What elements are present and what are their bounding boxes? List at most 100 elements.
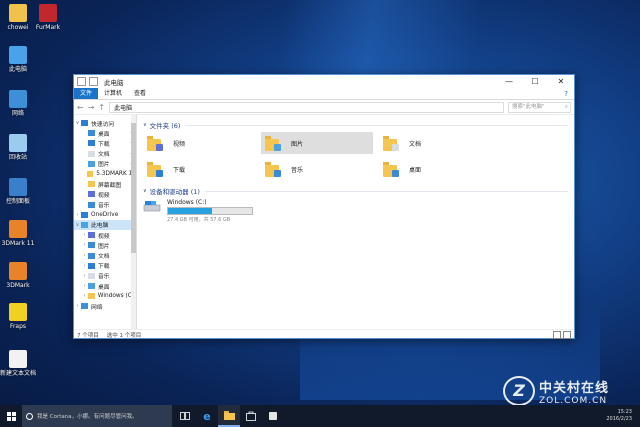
folder-icon [88, 160, 95, 167]
nav-quick-item[interactable]: 屏幕截图 [74, 179, 136, 189]
folder-item[interactable]: 下载 [143, 158, 255, 180]
selected-count: 选中 1 个项目 [106, 332, 142, 339]
nav-quick-item[interactable]: 桌面⊸ [74, 128, 136, 138]
windows-logo-icon [6, 411, 16, 421]
folder-icon [88, 252, 95, 259]
folder-icon [88, 201, 95, 208]
desktop-icon[interactable]: 3DMark [0, 262, 36, 290]
task-view-button[interactable] [174, 405, 196, 427]
text-document-icon [9, 350, 27, 368]
nav-pc-item[interactable]: › 视频 [74, 230, 136, 240]
drive-item[interactable]: Windows (C:) 27.4 GB 可用，共 57.6 GB [143, 199, 568, 223]
chevron-right-icon[interactable]: › [81, 283, 88, 289]
address-path: 此电脑 [114, 104, 133, 112]
tab-view[interactable]: 查看 [128, 88, 152, 99]
folder-item[interactable]: 图片 [261, 132, 373, 154]
folders-grid: 视频 图片 文档下载 音乐 桌面 [143, 132, 568, 180]
maximize-button[interactable]: ☐ [522, 75, 548, 88]
tab-file[interactable]: 文件 [74, 88, 99, 99]
new-folder-icon[interactable] [89, 77, 98, 86]
folder-icon [88, 232, 95, 239]
nav-quick-item[interactable]: 下载⊸ [74, 138, 136, 148]
nav-quick-item[interactable]: 音乐 [74, 200, 136, 210]
nav-quick-item[interactable]: 5.3DMARK 11 [74, 169, 136, 179]
folder-item[interactable]: 视频 [143, 132, 255, 154]
forward-button[interactable]: → [88, 103, 95, 112]
nav-quick-item[interactable]: 文档⊸ [74, 149, 136, 159]
nav-pc-item[interactable]: › 文档 [74, 250, 136, 260]
properties-icon[interactable] [77, 77, 86, 86]
drive-icon [143, 199, 161, 213]
folders-group-header[interactable]: ∨ 文件夹 (6) [143, 120, 568, 130]
ribbon-tabs: 文件 计算机 查看 ? [74, 88, 574, 100]
folder-icon [88, 150, 95, 157]
chevron-right-icon[interactable]: › [81, 232, 88, 238]
title-bar[interactable]: 此电脑 — ☐ ✕ [74, 75, 574, 88]
chevron-down-icon[interactable]: ∨ [74, 222, 81, 228]
quick-access-toolbar [74, 77, 98, 86]
nav-scrollbar[interactable] [131, 115, 136, 329]
nav-pc-item[interactable]: › 音乐 [74, 271, 136, 281]
tab-computer[interactable]: 计算机 [98, 88, 128, 99]
chevron-right-icon[interactable]: › [74, 212, 81, 218]
close-button[interactable]: ✕ [548, 75, 574, 88]
back-button[interactable]: ← [77, 103, 84, 112]
nav-network[interactable]: › 网络 [74, 301, 136, 311]
edge-browser-icon[interactable]: e [196, 405, 218, 427]
nav-pc-item[interactable]: › 图片 [74, 240, 136, 250]
folder-item[interactable]: 音乐 [261, 158, 373, 180]
nav-pc-item[interactable]: › Windows (C:) [74, 291, 136, 301]
desktop-icon[interactable]: 新建文本文档 [0, 350, 36, 378]
chevron-right-icon[interactable]: › [81, 263, 88, 269]
folder-icon [81, 221, 88, 228]
address-bar[interactable]: 此电脑 [109, 101, 504, 113]
minimize-button[interactable]: — [496, 75, 522, 88]
folder-icon [88, 191, 95, 198]
drives-group-header[interactable]: ∨ 设备和驱动器 (1) [143, 186, 568, 196]
download-folder-icon [147, 161, 163, 177]
chevron-right-icon[interactable]: › [74, 303, 81, 309]
scrollbar-thumb[interactable] [131, 123, 136, 253]
nav-pc-item[interactable]: › 桌面 [74, 281, 136, 291]
nav-quick-item[interactable]: 图片⊸ [74, 159, 136, 169]
desktop-icon[interactable]: 此电脑 [0, 46, 36, 74]
folder-icon [88, 130, 95, 137]
folder-icon [87, 293, 95, 300]
folder-item[interactable]: 文档 [379, 132, 491, 154]
chevron-right-icon[interactable]: › [81, 273, 88, 279]
folder-icon [87, 171, 94, 178]
explorer-window: 此电脑 — ☐ ✕ 文件 计算机 查看 ? ← → ↑ 此电脑 搜索"此电脑" … [73, 74, 575, 339]
nav-this-pc[interactable]: ∨ 此电脑 [74, 219, 136, 231]
desktop-icon[interactable]: 3DMark 11 [0, 220, 36, 248]
nav-quick-access[interactable]: ∨ 快速访问 [74, 118, 136, 128]
chevron-right-icon[interactable]: › [81, 253, 88, 259]
folder-icon [88, 140, 95, 147]
system-clock[interactable]: 15:23 2016/2/23 [606, 409, 640, 423]
store-icon[interactable] [240, 405, 262, 427]
start-button[interactable] [0, 411, 22, 421]
folder-icon [88, 272, 95, 279]
folder-icon [88, 242, 95, 249]
desktop-icon[interactable]: Fraps [0, 303, 36, 331]
folder-item[interactable]: 桌面 [379, 158, 491, 180]
nav-onedrive[interactable]: › OneDrive [74, 210, 136, 220]
chevron-right-icon[interactable]: › [81, 293, 88, 299]
app-icon[interactable] [262, 405, 284, 427]
cortana-search-box[interactable]: 我是 Cortana，小娜。有问题尽管问我。 [22, 405, 172, 427]
help-icon[interactable]: ? [564, 90, 574, 98]
chevron-right-icon[interactable]: › [81, 242, 88, 248]
chevron-down-icon[interactable]: ∨ [74, 120, 81, 126]
3dmark11-icon [9, 220, 27, 238]
nav-pc-item[interactable]: › 下载 [74, 261, 136, 271]
file-explorer-taskbar-icon[interactable] [218, 405, 240, 427]
search-input[interactable]: 搜索"此电脑" ⌕ [508, 101, 571, 113]
large-icons-view-icon[interactable] [563, 330, 571, 339]
desktop-icon[interactable]: FurMark [30, 4, 66, 32]
desktop-icon[interactable]: 回收站 [0, 134, 36, 162]
desktop-icon[interactable]: 控制面板 [0, 178, 36, 206]
desktop-icon[interactable]: 网络 [0, 90, 36, 118]
recycle-bin-icon [9, 134, 27, 152]
up-button[interactable]: ↑ [98, 103, 105, 112]
details-view-icon[interactable] [553, 330, 561, 339]
nav-quick-item[interactable]: 视频 [74, 189, 136, 199]
